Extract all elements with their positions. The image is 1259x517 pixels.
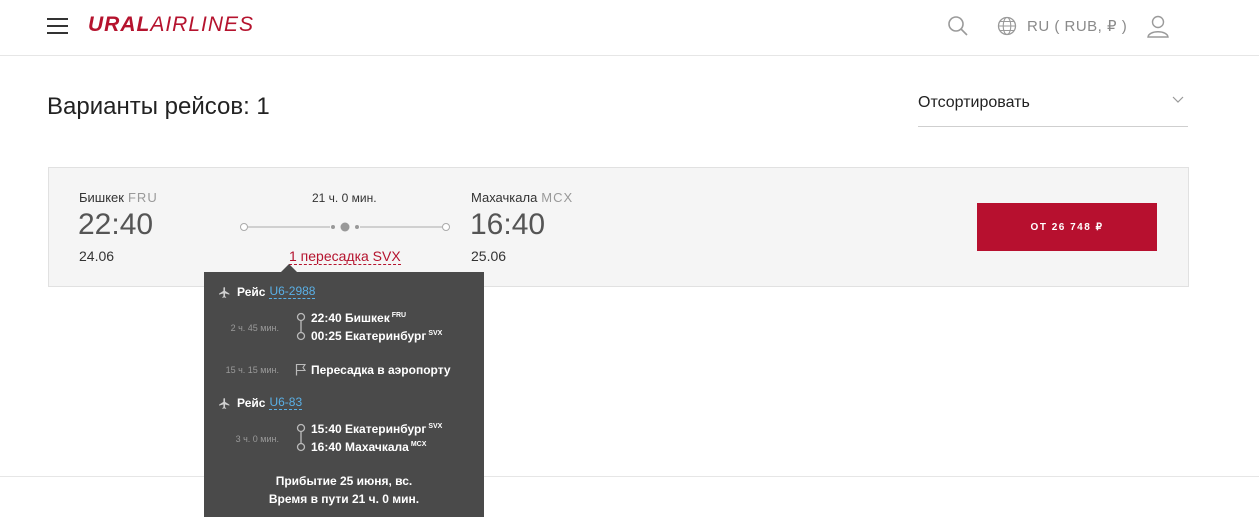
segment-line-icon (296, 312, 306, 341)
flag-icon (295, 363, 307, 376)
transfer-duration: 15 ч. 15 мин. (225, 365, 279, 375)
origin-city: Бишкек FRU (79, 190, 158, 205)
top-header: URALAIRLINES RU ( RUB, ₽ ) (0, 0, 1259, 56)
sort-dropdown[interactable]: Отсортировать (918, 84, 1188, 127)
tooltip-arrow (281, 264, 297, 272)
arrival-time: 16:40 (470, 208, 546, 241)
segment1-arrival: 00:25 Екатеринбург SVX (311, 329, 443, 343)
segment1-departure: 22:40 Бишкек FRU (311, 311, 407, 325)
arrival-date: 25.06 (471, 248, 507, 264)
ural-airlines-logo[interactable]: URALAIRLINES (88, 13, 254, 37)
globe-icon[interactable] (997, 16, 1017, 36)
departure-time: 22:40 (78, 208, 154, 241)
segment2-departure: 15:40 Екатеринбург SVX (311, 422, 443, 436)
footer-divider (0, 476, 1259, 477)
segment1-duration: 2 ч. 45 мин. (230, 323, 279, 333)
destination-city: Махачкала MCX (471, 190, 574, 205)
segment1-header: Рейс U6-2988 (218, 285, 316, 299)
flight-card: Бишкек FRU 22:40 24.06 21 ч. 0 мин. 1 пер… (48, 167, 1189, 287)
segment2-header: Рейс U6-83 (218, 396, 303, 410)
transfer-link[interactable]: 1 пересадка SVX (289, 248, 401, 265)
arrival-info: Прибытие 25 июня, вс. (275, 474, 413, 488)
flight-number-link[interactable]: U6-2988 (269, 285, 316, 299)
segment2-duration: 3 ч. 0 мин. (235, 434, 279, 444)
plane-icon (219, 397, 230, 409)
destination-code: MCX (541, 190, 574, 205)
route-line-icon (240, 222, 450, 232)
page-title: Варианты рейсов: 1 (47, 93, 270, 120)
menu-icon[interactable] (47, 16, 69, 34)
chevron-down-icon (1172, 96, 1184, 103)
departure-date: 24.06 (79, 248, 115, 264)
select-fare-button[interactable]: ОТ 26 748 ₽ (977, 203, 1157, 251)
plane-icon (219, 286, 230, 298)
segment-line-icon (296, 423, 306, 452)
flight-number-link[interactable]: U6-83 (269, 396, 303, 410)
segment2-arrival: 16:40 Махачкала MCX (311, 440, 427, 454)
sort-label: Отсортировать (918, 94, 1030, 111)
transfer-label: Пересадка в аэропорту (311, 363, 451, 377)
user-icon[interactable] (1146, 14, 1170, 38)
transfer-details-tooltip: Рейс U6-2988 2 ч. 45 мин. 22:40 Бишкек FR… (204, 272, 484, 517)
total-travel-time: Время в пути 21 ч. 0 мин. (268, 492, 420, 506)
origin-code: FRU (127, 190, 158, 205)
language-currency-selector[interactable]: RU ( RUB, ₽ ) (1027, 17, 1127, 35)
search-icon[interactable] (947, 15, 969, 37)
flight-duration: 21 ч. 0 мин. (312, 191, 377, 205)
